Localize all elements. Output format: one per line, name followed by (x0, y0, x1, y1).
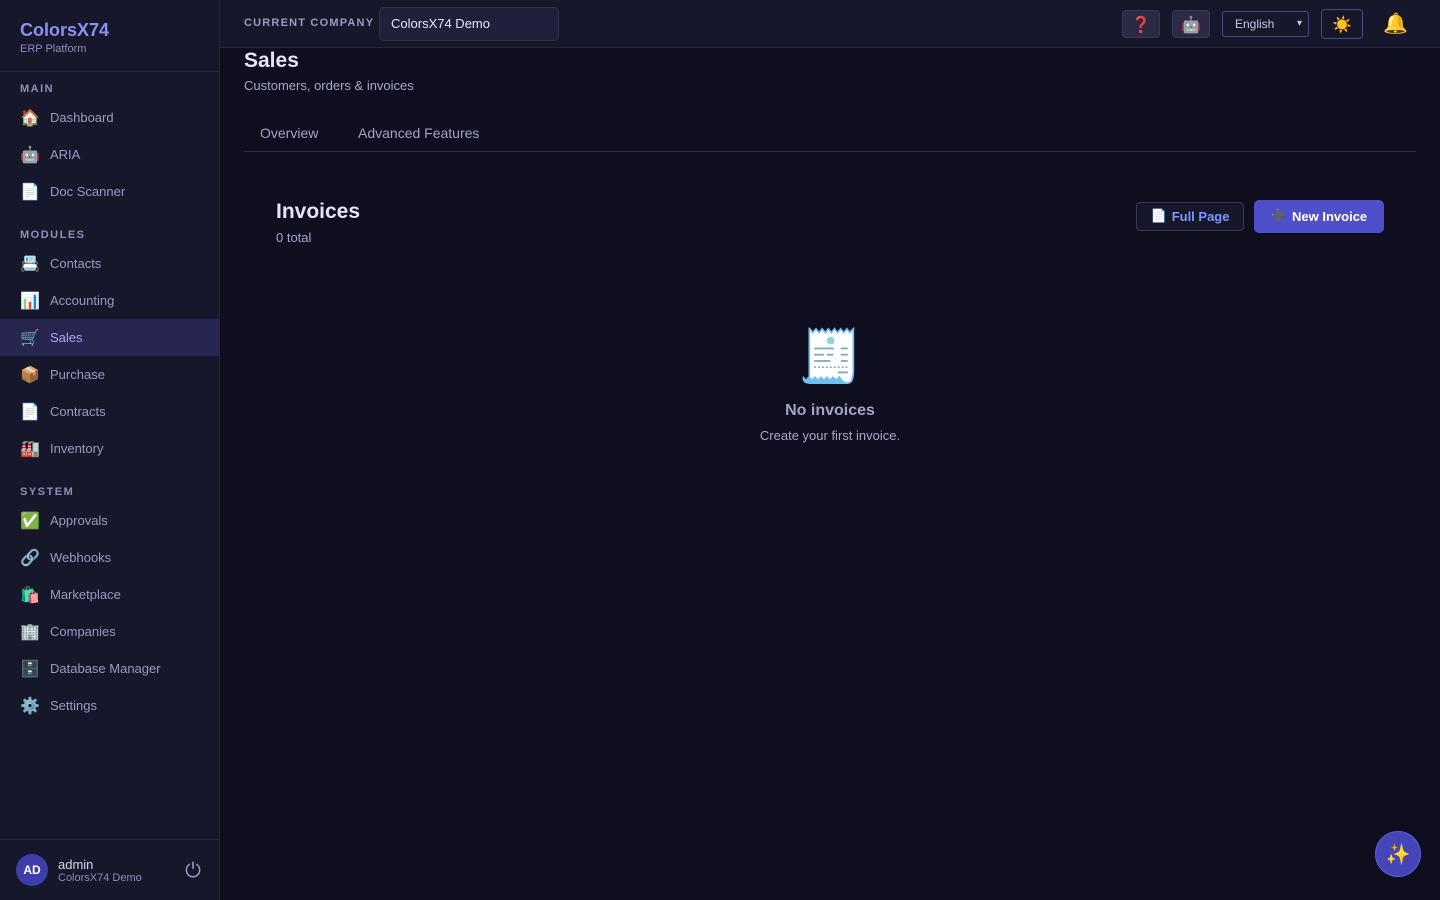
office-building-icon: 🏢 (20, 622, 40, 641)
sidebar-item-label: Purchase (50, 367, 105, 382)
avatar[interactable]: AD (16, 854, 48, 886)
tab-overview[interactable]: Overview (260, 125, 318, 141)
tab-advanced-features[interactable]: Advanced Features (358, 125, 479, 141)
nav-section-main: MAIN (20, 83, 55, 95)
new-invoice-button[interactable]: ➕ New Invoice (1254, 200, 1384, 233)
sidebar-item-contracts[interactable]: 📄 Contracts (0, 393, 219, 430)
power-icon[interactable]: ⏻ (185, 858, 201, 882)
sidebar-item-label: ARIA (50, 147, 81, 162)
sidebar-item-settings[interactable]: ⚙️ Settings (0, 687, 219, 724)
sun-icon: ☀️ (1332, 14, 1352, 34)
sidebar-item-label: Inventory (50, 441, 104, 456)
sidebar-item-sales[interactable]: 🛒 Sales (0, 319, 219, 356)
sidebar-item-label: Sales (50, 330, 83, 345)
robot-icon: 🤖 (20, 145, 40, 164)
sidebar-item-database-manager[interactable]: 🗄️ Database Manager (0, 650, 219, 687)
empty-state-title: No invoices (785, 402, 875, 419)
home-icon: 🏠 (20, 108, 40, 127)
document-icon: 📄 (20, 402, 40, 421)
sidebar-item-label: Companies (50, 624, 116, 639)
sidebar-item-label: Database Manager (50, 661, 161, 676)
sidebar-item-doc-scanner[interactable]: 📄 Doc Scanner (0, 173, 219, 210)
sidebar-item-accounting[interactable]: 📊 Accounting (0, 282, 219, 319)
language-value: English (1235, 17, 1275, 31)
empty-state-subtitle: Create your first invoice. (759, 428, 901, 443)
full-page-button[interactable]: 📄 Full Page (1136, 202, 1244, 231)
sidebar-item-companies[interactable]: 🏢 Companies (0, 613, 219, 650)
sparkles-icon: ✨ (1385, 842, 1411, 866)
package-icon: 📦 (20, 365, 40, 384)
sidebar-item-approvals[interactable]: ✅ Approvals (0, 502, 219, 539)
invoices-count: 0 total (276, 230, 312, 245)
sidebar-item-inventory[interactable]: 🏭 Inventory (0, 430, 219, 467)
sidebar-item-webhooks[interactable]: 🔗 Webhooks (0, 539, 219, 576)
sidebar-item-label: Accounting (50, 293, 115, 308)
theme-toggle-button[interactable]: ☀️ (1321, 9, 1363, 39)
document-icon: 📄 (1150, 209, 1167, 224)
chevron-down-icon: ▾ (1296, 18, 1302, 29)
link-icon: 🔗 (20, 548, 40, 567)
sidebar-item-label: Marketplace (50, 587, 121, 602)
language-select[interactable]: English ▾ (1222, 11, 1309, 37)
check-icon: ✅ (20, 511, 40, 530)
bell-icon[interactable]: 🔔 (1383, 11, 1408, 35)
user-info: admin ColorsX74 Demo (58, 857, 142, 884)
sidebar-item-dashboard[interactable]: 🏠 Dashboard (0, 99, 219, 136)
shopping-cart-icon: 🛒 (20, 328, 40, 347)
tab-bar: Overview Advanced Features (244, 114, 1416, 152)
help-button[interactable]: ❓ (1122, 10, 1160, 38)
sidebar-item-label: Dashboard (50, 110, 114, 125)
full-page-label: Full Page (1171, 209, 1230, 224)
factory-icon: 🏭 (20, 439, 40, 458)
assistant-button[interactable]: 🤖 (1172, 10, 1210, 38)
plus-icon: ➕ (1270, 209, 1288, 224)
user-panel: AD admin ColorsX74 Demo ⏻ (0, 839, 219, 900)
card-index-icon: 📇 (20, 254, 40, 273)
nav-section-system: SYSTEM (20, 486, 75, 498)
brand: ColorsX74 ERP Platform (0, 0, 219, 72)
topbar: CURRENT COMPANY ColorsX74 Demo ❓ 🤖 Engli… (220, 0, 1440, 48)
sidebar-item-label: Contacts (50, 256, 102, 271)
current-company-label: CURRENT COMPANY (244, 17, 375, 29)
shopping-bags-icon: 🛍️ (20, 585, 40, 604)
gear-icon: ⚙️ (20, 696, 40, 715)
question-icon: ❓ (1131, 14, 1151, 34)
sidebar-item-contacts[interactable]: 📇 Contacts (0, 245, 219, 282)
invoices-title: Invoices (276, 200, 361, 223)
nav-section-modules: MODULES (20, 229, 86, 241)
page-subtitle: Customers, orders & invoices (244, 78, 414, 93)
sidebar-item-label: Webhooks (50, 550, 112, 565)
user-company: ColorsX74 Demo (58, 871, 142, 884)
sidebar-item-label: Contracts (50, 404, 106, 419)
receipt-icon: 🧾 (797, 327, 863, 387)
brand-name: ColorsX74 (20, 20, 110, 40)
robot-icon: 🤖 (1181, 14, 1201, 34)
sidebar-item-aria[interactable]: 🤖 ARIA (0, 136, 219, 173)
company-selector[interactable]: ColorsX74 Demo (379, 7, 559, 41)
ai-assistant-fab[interactable]: ✨ (1375, 831, 1421, 877)
sidebar-item-label: Doc Scanner (50, 184, 126, 199)
sidebar-item-marketplace[interactable]: 🛍️ Marketplace (0, 576, 219, 613)
page-title: Sales (244, 49, 299, 72)
file-cabinet-icon: 🗄️ (20, 659, 40, 678)
sidebar-item-label: Settings (50, 698, 97, 713)
document-icon: 📄 (20, 182, 40, 201)
new-invoice-label: New Invoice (1292, 209, 1368, 224)
sidebar-item-label: Approvals (50, 513, 108, 528)
user-name: admin (58, 856, 94, 872)
sidebar: ColorsX74 ERP Platform MAIN 🏠 Dashboard … (0, 0, 220, 900)
sidebar-item-purchase[interactable]: 📦 Purchase (0, 356, 219, 393)
bar-chart-icon: 📊 (20, 291, 40, 310)
brand-subtitle: ERP Platform (20, 43, 87, 55)
